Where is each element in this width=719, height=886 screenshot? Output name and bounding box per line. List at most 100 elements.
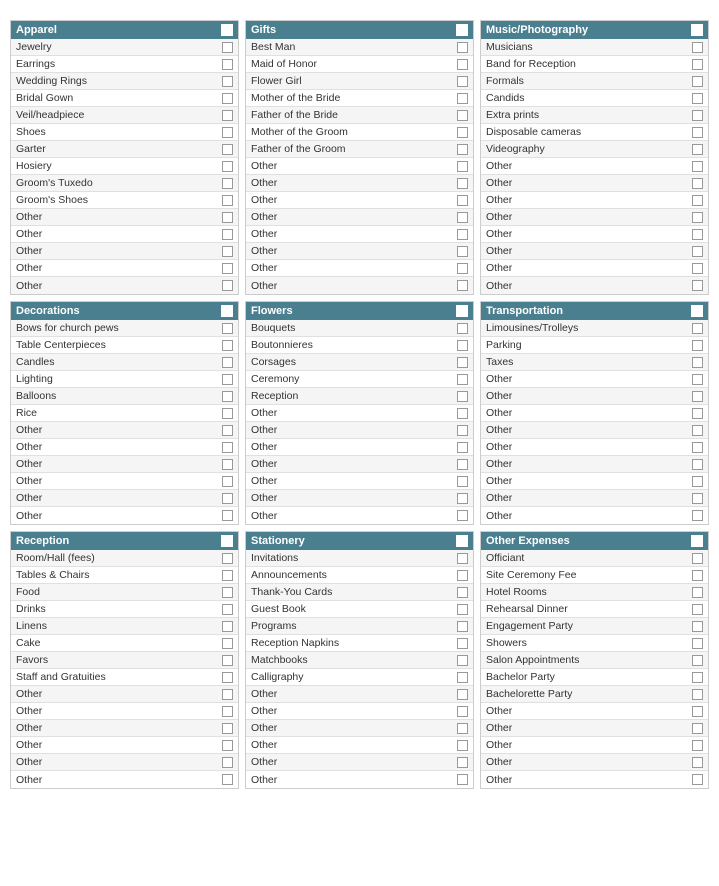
row-checkbox[interactable] (457, 510, 468, 521)
row-checkbox[interactable] (692, 706, 703, 717)
row-checkbox[interactable] (222, 774, 233, 785)
row-checkbox[interactable] (692, 493, 703, 504)
row-checkbox[interactable] (222, 374, 233, 385)
section-header-checkbox[interactable] (221, 24, 233, 36)
row-checkbox[interactable] (457, 246, 468, 257)
section-header-checkbox[interactable] (221, 305, 233, 317)
row-checkbox[interactable] (692, 280, 703, 291)
section-header-checkbox[interactable] (456, 305, 468, 317)
row-checkbox[interactable] (457, 740, 468, 751)
row-checkbox[interactable] (692, 263, 703, 274)
row-checkbox[interactable] (457, 553, 468, 564)
row-checkbox[interactable] (457, 672, 468, 683)
section-header-checkbox[interactable] (691, 24, 703, 36)
row-checkbox[interactable] (457, 110, 468, 121)
row-checkbox[interactable] (222, 357, 233, 368)
row-checkbox[interactable] (222, 161, 233, 172)
row-checkbox[interactable] (692, 42, 703, 53)
row-checkbox[interactable] (692, 144, 703, 155)
row-checkbox[interactable] (692, 323, 703, 334)
row-checkbox[interactable] (222, 42, 233, 53)
row-checkbox[interactable] (457, 706, 468, 717)
row-checkbox[interactable] (692, 587, 703, 598)
row-checkbox[interactable] (222, 280, 233, 291)
row-checkbox[interactable] (457, 374, 468, 385)
row-checkbox[interactable] (222, 340, 233, 351)
row-checkbox[interactable] (692, 76, 703, 87)
row-checkbox[interactable] (457, 604, 468, 615)
row-checkbox[interactable] (692, 408, 703, 419)
row-checkbox[interactable] (222, 459, 233, 470)
row-checkbox[interactable] (457, 408, 468, 419)
row-checkbox[interactable] (222, 93, 233, 104)
row-checkbox[interactable] (692, 161, 703, 172)
row-checkbox[interactable] (222, 672, 233, 683)
row-checkbox[interactable] (692, 638, 703, 649)
section-header-checkbox[interactable] (691, 535, 703, 547)
row-checkbox[interactable] (692, 774, 703, 785)
row-checkbox[interactable] (457, 340, 468, 351)
row-checkbox[interactable] (222, 442, 233, 453)
row-checkbox[interactable] (222, 144, 233, 155)
row-checkbox[interactable] (222, 740, 233, 751)
row-checkbox[interactable] (222, 655, 233, 666)
row-checkbox[interactable] (692, 757, 703, 768)
row-checkbox[interactable] (222, 59, 233, 70)
row-checkbox[interactable] (692, 604, 703, 615)
row-checkbox[interactable] (457, 774, 468, 785)
row-checkbox[interactable] (222, 723, 233, 734)
row-checkbox[interactable] (222, 476, 233, 487)
row-checkbox[interactable] (692, 553, 703, 564)
row-checkbox[interactable] (222, 604, 233, 615)
row-checkbox[interactable] (692, 621, 703, 632)
row-checkbox[interactable] (457, 459, 468, 470)
row-checkbox[interactable] (457, 161, 468, 172)
row-checkbox[interactable] (457, 93, 468, 104)
row-checkbox[interactable] (692, 459, 703, 470)
row-checkbox[interactable] (457, 442, 468, 453)
row-checkbox[interactable] (457, 280, 468, 291)
row-checkbox[interactable] (457, 195, 468, 206)
row-checkbox[interactable] (222, 757, 233, 768)
section-header-checkbox[interactable] (221, 535, 233, 547)
row-checkbox[interactable] (222, 76, 233, 87)
row-checkbox[interactable] (457, 263, 468, 274)
row-checkbox[interactable] (692, 689, 703, 700)
row-checkbox[interactable] (222, 263, 233, 274)
row-checkbox[interactable] (457, 127, 468, 138)
row-checkbox[interactable] (692, 178, 703, 189)
row-checkbox[interactable] (222, 638, 233, 649)
row-checkbox[interactable] (692, 425, 703, 436)
row-checkbox[interactable] (692, 93, 703, 104)
row-checkbox[interactable] (457, 76, 468, 87)
row-checkbox[interactable] (457, 621, 468, 632)
section-header-checkbox[interactable] (691, 305, 703, 317)
row-checkbox[interactable] (457, 323, 468, 334)
row-checkbox[interactable] (692, 723, 703, 734)
row-checkbox[interactable] (457, 357, 468, 368)
row-checkbox[interactable] (692, 59, 703, 70)
row-checkbox[interactable] (457, 144, 468, 155)
row-checkbox[interactable] (692, 195, 703, 206)
row-checkbox[interactable] (222, 391, 233, 402)
row-checkbox[interactable] (692, 212, 703, 223)
row-checkbox[interactable] (457, 587, 468, 598)
row-checkbox[interactable] (222, 553, 233, 564)
row-checkbox[interactable] (692, 476, 703, 487)
row-checkbox[interactable] (692, 374, 703, 385)
row-checkbox[interactable] (222, 229, 233, 240)
row-checkbox[interactable] (222, 246, 233, 257)
row-checkbox[interactable] (222, 706, 233, 717)
row-checkbox[interactable] (222, 587, 233, 598)
row-checkbox[interactable] (457, 493, 468, 504)
row-checkbox[interactable] (222, 195, 233, 206)
row-checkbox[interactable] (457, 655, 468, 666)
row-checkbox[interactable] (457, 212, 468, 223)
row-checkbox[interactable] (222, 127, 233, 138)
row-checkbox[interactable] (457, 42, 468, 53)
row-checkbox[interactable] (222, 425, 233, 436)
row-checkbox[interactable] (222, 323, 233, 334)
row-checkbox[interactable] (692, 442, 703, 453)
row-checkbox[interactable] (457, 59, 468, 70)
row-checkbox[interactable] (457, 178, 468, 189)
